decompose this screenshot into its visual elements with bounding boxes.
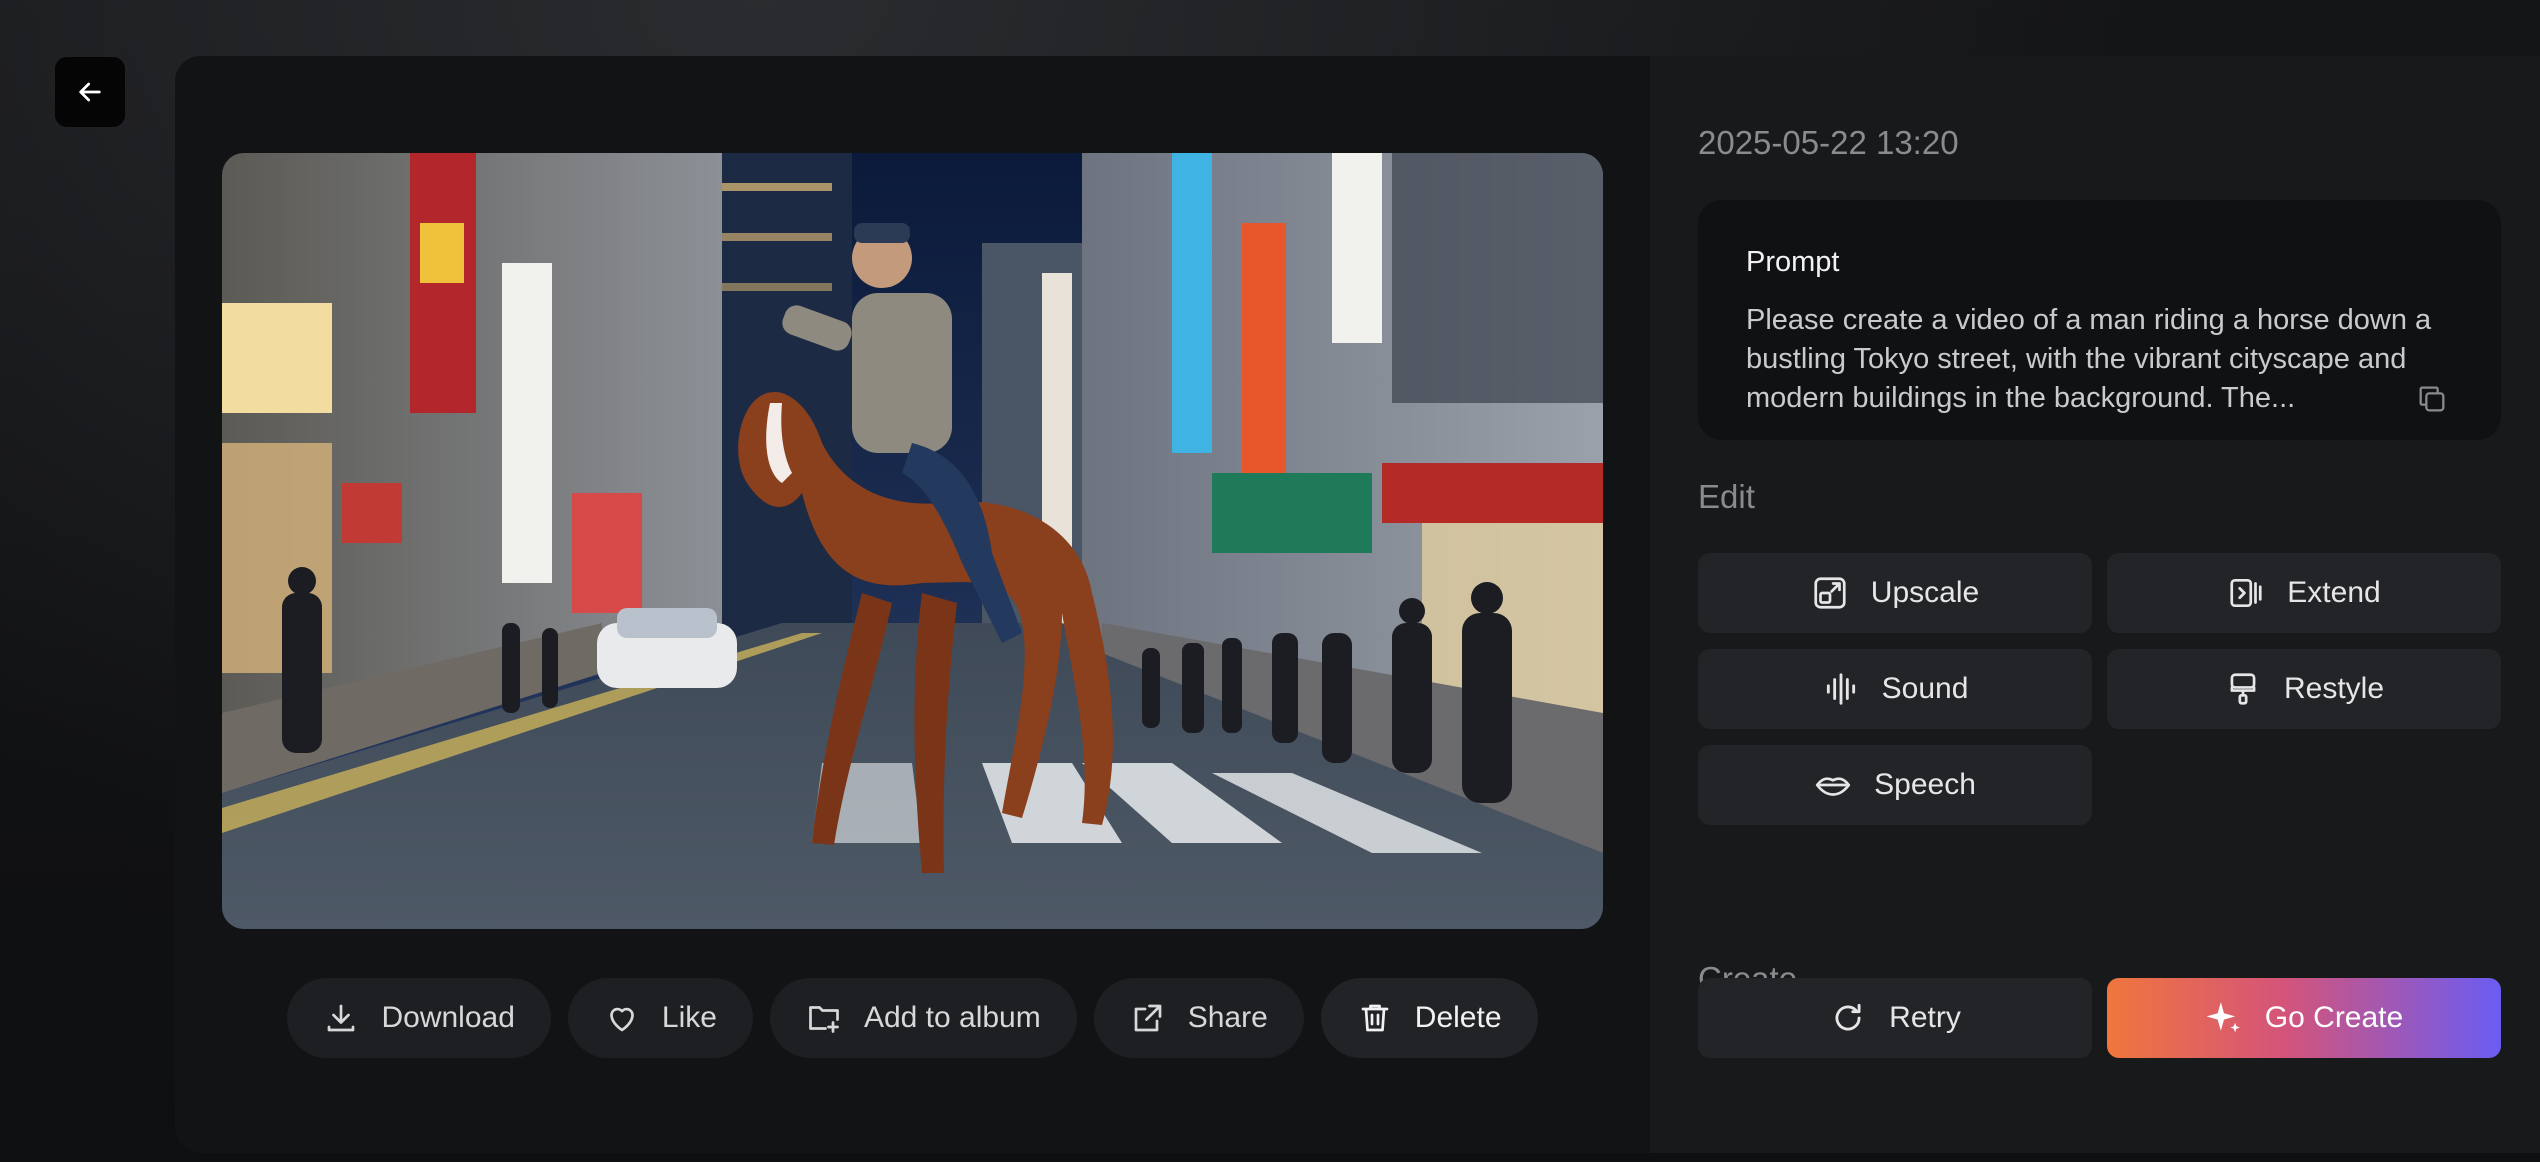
share-icon [1134,1004,1162,1032]
upscale-label: Upscale [1870,576,1980,609]
sound-label: Sound [1881,672,1969,705]
copy-icon[interactable] [2415,382,2449,416]
trash-icon [1361,1004,1389,1032]
refresh-icon [1835,1003,1861,1031]
extend-label: Extend [2287,576,2381,609]
add-to-album-label: Add to album [863,1001,1041,1034]
share-button[interactable]: Share [1093,978,1304,1058]
extend-button[interactable]: Extend [2107,553,2501,633]
back-button[interactable] [55,57,125,127]
upscale-icon [1814,577,1846,609]
prompt-title: Prompt [1746,246,1840,278]
lips-icon [1815,777,1851,796]
creation-timestamp: 2025-05-22 13:20 [1698,124,1959,161]
delete-label: Delete [1414,1001,1502,1034]
go-create-label: Go Create [2264,1001,2404,1034]
delete-button[interactable]: Delete [1320,978,1538,1058]
arrow-left-icon [79,82,101,102]
sound-button[interactable]: Sound [1698,649,2092,729]
download-icon [328,1004,355,1032]
details-sidebar: 2025-05-22 13:20 Prompt Please create a … [1650,56,2540,1153]
video-preview[interactable] [222,153,1603,929]
restyle-button[interactable]: Restyle [2107,649,2501,729]
sparkle-icon [2206,1002,2240,1033]
add-to-album-button[interactable]: Add to album [769,978,1077,1058]
heart-icon [610,1007,634,1032]
prompt-text: Please create a video of a man riding a … [1746,304,2432,414]
sound-wave-icon [1826,673,1855,705]
upscale-button[interactable]: Upscale [1698,553,2092,633]
like-label: Like [661,1001,717,1034]
extend-icon [2230,578,2262,608]
download-label: Download [381,1001,515,1034]
retry-label: Retry [1889,1001,1961,1034]
speech-label: Speech [1874,768,1976,801]
edit-section-label: Edit [1698,478,1755,515]
video-frame-image [222,153,1603,929]
folder-plus-icon [809,1006,839,1033]
detail-panel: Download Like Add to album Share Delete … [175,56,2540,1153]
download-button[interactable]: Download [287,978,551,1058]
video-actions-bar: Download Like Add to album Share Delete [175,978,1650,1058]
go-create-button[interactable]: Go Create [2107,978,2501,1058]
like-button[interactable]: Like [567,978,753,1058]
retry-button[interactable]: Retry [1698,978,2092,1058]
restyle-label: Restyle [2283,672,2385,705]
speech-button[interactable]: Speech [1698,745,2092,825]
prompt-card: Prompt Please create a video of a man ri… [1698,200,2501,440]
share-label: Share [1187,1001,1268,1034]
video-viewer: Download Like Add to album Share Delete [175,56,1650,1153]
paint-brush-icon [2230,673,2256,705]
